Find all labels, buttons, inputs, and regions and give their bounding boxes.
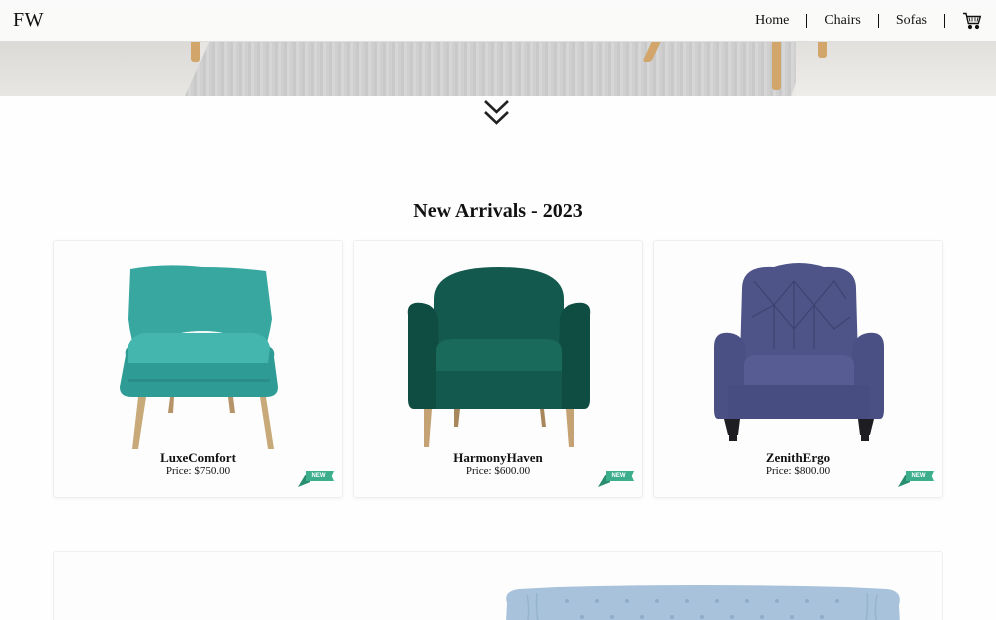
- product-name[interactable]: HarmonyHaven: [354, 450, 642, 466]
- floor-left: [0, 42, 200, 96]
- furniture-leg: [818, 42, 827, 58]
- product-card[interactable]: HarmonyHaven Price: $600.00 NEW: [353, 240, 643, 498]
- product-card[interactable]: LuxeComfort Price: $750.00 NEW: [53, 240, 343, 498]
- furniture-leg: [772, 42, 781, 90]
- badge-label: NEW: [906, 471, 934, 481]
- nav-link-home[interactable]: Home: [738, 13, 806, 29]
- nav-link-sofas[interactable]: Sofas: [879, 13, 944, 29]
- chair-image: [120, 265, 278, 449]
- product-card[interactable]: ZenithErgo Price: $800.00 NEW: [653, 240, 943, 498]
- nav-link-chairs[interactable]: Chairs: [807, 13, 878, 29]
- product-grid: LuxeComfort Price: $750.00 NEW HarmonyHa…: [53, 240, 943, 500]
- sofa-image: [506, 585, 900, 620]
- new-badge: NEW: [298, 469, 334, 489]
- badge-label: NEW: [306, 471, 334, 481]
- nav-links: Home Chairs Sofas: [738, 12, 982, 30]
- chair-image: [407, 267, 591, 447]
- sofa-banner[interactable]: [53, 551, 943, 620]
- new-badge: NEW: [598, 469, 634, 489]
- product-name[interactable]: ZenithErgo: [654, 450, 942, 466]
- badge-label: NEW: [606, 471, 634, 481]
- navbar: FW Home Chairs Sofas: [0, 0, 996, 42]
- nav-separator: [944, 13, 945, 28]
- brand-logo[interactable]: FW: [13, 9, 44, 32]
- shopping-cart-icon[interactable]: [962, 12, 982, 30]
- double-chevron-down-icon[interactable]: [483, 99, 510, 127]
- product-name[interactable]: LuxeComfort: [54, 450, 342, 466]
- new-badge: NEW: [898, 469, 934, 489]
- chair-image: [714, 263, 884, 441]
- furniture-leg: [191, 42, 200, 62]
- rug: [185, 40, 810, 96]
- section-title: New Arrivals - 2023: [413, 200, 583, 222]
